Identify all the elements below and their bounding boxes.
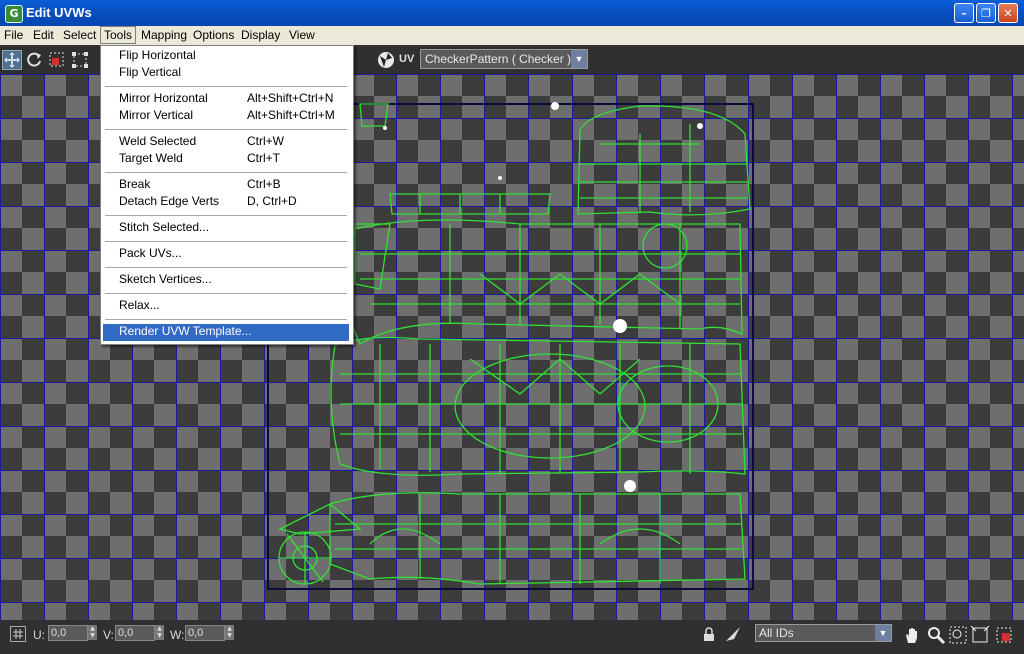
pan-hand-icon (906, 628, 917, 643)
menu-item-shortcut: Alt+Shift+Ctrl+N (247, 91, 334, 105)
freeform-icon (72, 52, 88, 68)
texture-combo[interactable]: CheckerPattern ( Checker ) ▼ (420, 49, 588, 69)
material-id-combo[interactable]: All IDs ▼ (755, 624, 892, 642)
menu-item-label: Render UVW Template... (119, 324, 252, 338)
w-field[interactable]: 0,0 (185, 625, 225, 641)
menu-item-detach-edge-verts[interactable]: Detach Edge Verts D, Ctrl+D (103, 194, 349, 211)
scale-tool-button[interactable] (47, 50, 67, 70)
app-icon: G (5, 5, 23, 23)
w-spinner[interactable]: ▲ ▼ (225, 625, 234, 640)
menu-item-shortcut: Ctrl+W (247, 134, 284, 148)
zoom-extents-icon (970, 625, 990, 643)
menu-item-label: Relax... (119, 298, 160, 312)
menu-item-mirror-vertical[interactable]: Mirror Vertical Alt+Shift+Ctrl+M (103, 108, 349, 125)
menu-separator (105, 86, 347, 87)
menu-item-break[interactable]: Break Ctrl+B (103, 177, 349, 194)
rotate-tool-button[interactable] (24, 50, 44, 70)
tools-dropdown-menu: Flip Horizontal Flip Vertical Mirror Hor… (100, 45, 354, 345)
menu-item-label: Stitch Selected... (119, 220, 210, 234)
menu-select[interactable]: Select (60, 27, 99, 43)
menu-options[interactable]: Options (190, 27, 237, 43)
menu-tools[interactable]: Tools (100, 26, 137, 44)
menu-item-flip-vertical[interactable]: Flip Vertical (103, 65, 349, 82)
freeform-tool-button[interactable] (70, 50, 90, 70)
menu-file[interactable]: File (1, 27, 26, 43)
menu-item-label: Pack UVs... (119, 246, 182, 260)
uv-axis-label[interactable]: UV (399, 53, 414, 65)
menu-separator (105, 241, 347, 242)
menu-item-label: Mirror Horizontal (119, 91, 208, 105)
v-field[interactable]: 0,0 (115, 625, 155, 641)
menu-separator (105, 172, 347, 173)
menu-item-label: Weld Selected (119, 134, 197, 148)
chevron-down-icon[interactable]: ▼ (875, 625, 891, 641)
checker-map-icon (378, 52, 394, 68)
menu-item-sketch-vertices[interactable]: Sketch Vertices... (103, 272, 349, 289)
menu-mapping[interactable]: Mapping (138, 27, 190, 43)
menu-item-shortcut: Alt+Shift+Ctrl+M (247, 108, 335, 122)
menu-item-shortcut: D, Ctrl+D (247, 194, 297, 208)
status-bar: U: 0,0 ▲ ▼ V: 0,0 ▲ ▼ W: 0,0 ▲ ▼ All IDs ▼ (0, 620, 1024, 654)
menu-bar: File Edit Select Tools Mapping Options D… (0, 26, 1024, 46)
rotate-icon (27, 52, 41, 67)
menu-item-label: Break (119, 177, 151, 191)
v-spinner[interactable]: ▲ ▼ (155, 625, 164, 640)
paint-select-icon (726, 627, 740, 641)
minimize-button[interactable]: – (954, 3, 974, 23)
texture-combo-value: CheckerPattern ( Checker ) (425, 52, 572, 66)
menu-item-pack-uvs[interactable]: Pack UVs... (103, 246, 349, 263)
menu-item-target-weld[interactable]: Target Weld Ctrl+T (103, 151, 349, 168)
zoom-selected-icon (996, 627, 1012, 643)
menu-item-mirror-horizontal[interactable]: Mirror Horizontal Alt+Shift+Ctrl+N (103, 91, 349, 108)
menu-item-label: Mirror Vertical (119, 108, 194, 122)
menu-item-label: Sketch Vertices... (119, 272, 212, 286)
menu-item-shortcut: Ctrl+T (247, 151, 280, 165)
lock-selection-button[interactable] (10, 626, 26, 642)
pan-button[interactable] (902, 625, 922, 645)
scale-icon (49, 52, 64, 67)
material-id-value: All IDs (759, 626, 794, 640)
zoom-extents-button[interactable] (970, 625, 990, 645)
menu-separator (105, 215, 347, 216)
close-button[interactable]: ✕ (998, 3, 1018, 23)
lock-button[interactable] (700, 625, 718, 643)
title-bar: G Edit UVWs – ❐ ✕ (0, 0, 1024, 26)
menu-separator (105, 267, 347, 268)
menu-view[interactable]: View (286, 27, 318, 43)
menu-separator (105, 129, 347, 130)
menu-item-label: Flip Horizontal (119, 48, 196, 62)
v-label: V: (103, 628, 114, 642)
zoom-icon (928, 627, 946, 645)
menu-item-shortcut: Ctrl+B (247, 177, 281, 191)
show-map-button[interactable] (376, 50, 396, 70)
zoom-button[interactable] (926, 625, 946, 645)
menu-item-label: Flip Vertical (119, 65, 182, 79)
window-title: Edit UVWs (26, 5, 92, 20)
move-icon (4, 52, 20, 68)
lock-icon (704, 627, 714, 641)
menu-separator (105, 293, 347, 294)
menu-edit[interactable]: Edit (30, 27, 57, 43)
move-tool-button[interactable] (2, 50, 22, 70)
menu-item-flip-horizontal[interactable]: Flip Horizontal (103, 48, 349, 65)
zoom-region-icon (949, 626, 967, 644)
zoom-region-button[interactable] (948, 625, 968, 645)
menu-item-label: Target Weld (119, 151, 183, 165)
menu-item-label: Detach Edge Verts (119, 194, 220, 208)
u-field[interactable]: 0,0 (48, 625, 88, 641)
w-label: W: (170, 628, 185, 642)
menu-item-stitch-selected[interactable]: Stitch Selected... (103, 220, 349, 237)
maximize-button[interactable]: ❐ (976, 3, 996, 23)
paint-select-button[interactable] (724, 625, 742, 643)
u-label: U: (33, 628, 45, 642)
menu-item-render-uvw-template[interactable]: Render UVW Template... (103, 324, 349, 341)
u-spinner[interactable]: ▲ ▼ (88, 625, 97, 640)
menu-item-relax[interactable]: Relax... (103, 298, 349, 315)
menu-separator (105, 319, 347, 320)
grid-icon (13, 629, 23, 639)
menu-display[interactable]: Display (238, 27, 283, 43)
chevron-down-icon[interactable]: ▼ (571, 50, 587, 68)
menu-item-weld-selected[interactable]: Weld Selected Ctrl+W (103, 134, 349, 151)
zoom-selected-button[interactable] (994, 625, 1014, 645)
